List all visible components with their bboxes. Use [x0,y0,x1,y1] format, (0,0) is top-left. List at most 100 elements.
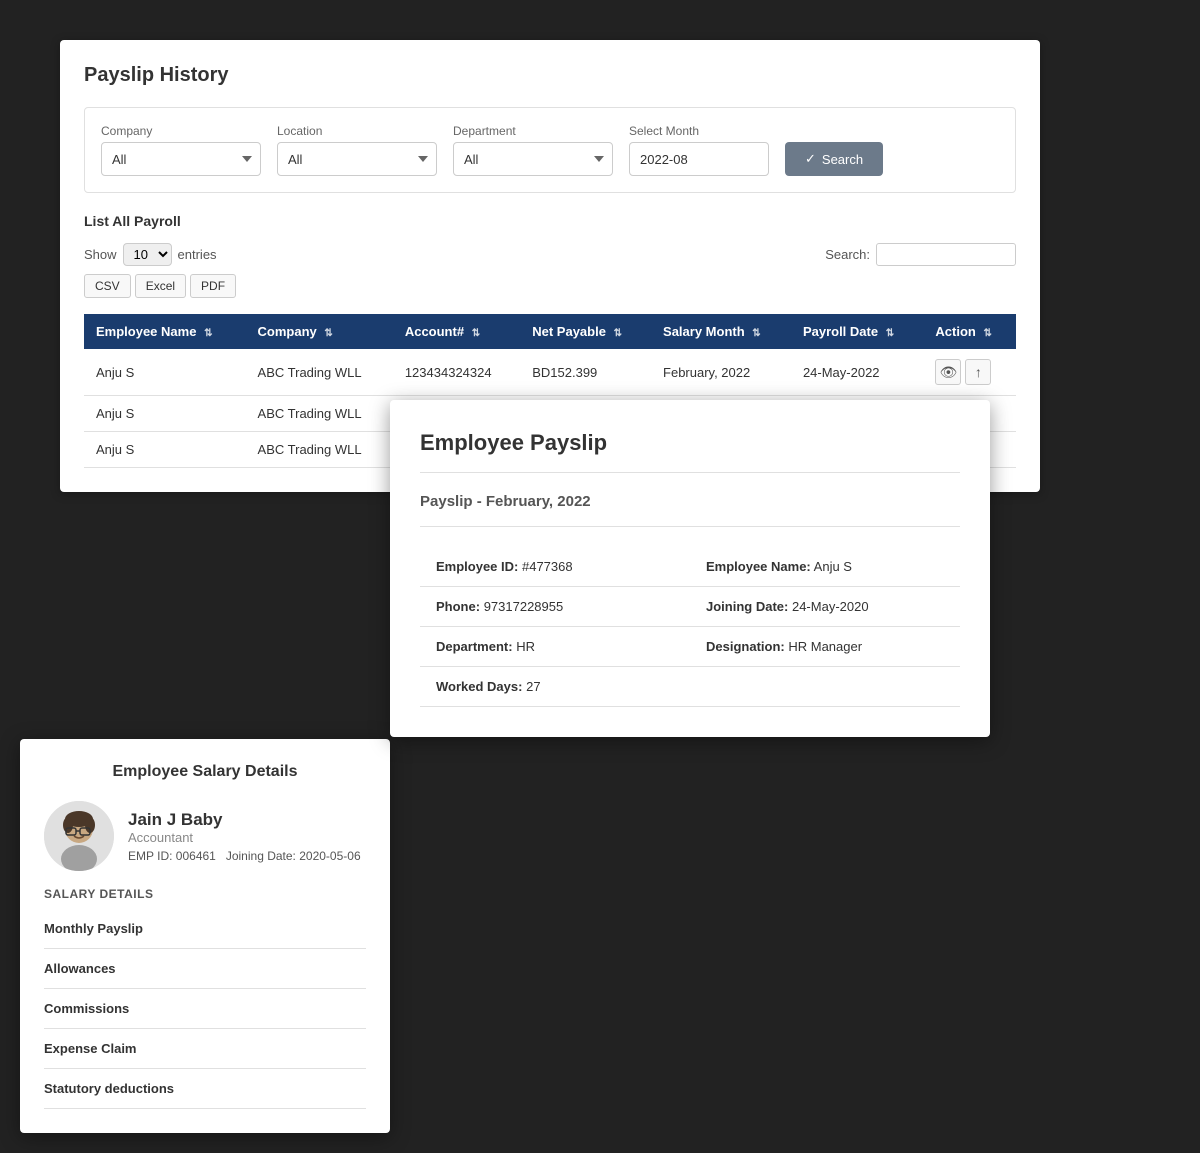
employee-id-value: #477368 [522,559,573,574]
salary-menu-item[interactable]: Monthly Payslip [44,909,366,949]
phone-value: 97317228955 [484,599,564,614]
payslip-worked-days-field: Worked Days: 27 [420,667,960,707]
sort-payroll-date-icon: ⇅ [886,328,894,339]
sort-company-icon: ⇅ [324,328,332,339]
employee-name-value: Anju S [814,559,852,574]
department-label: Department [453,124,613,138]
employee-name-label: Employee Name: [706,559,811,574]
department-label: Department: [436,639,513,654]
department-filter-group: Department All [453,124,613,176]
table-cell-1: ABC Trading WLL [246,349,393,396]
employee-profile: Jain J Baby Accountant EMP ID: 006461 Jo… [44,801,366,871]
joining-date-value: 24-May-2020 [792,599,869,614]
search-button[interactable]: ✓ Search [785,142,883,176]
employee-info: Jain J Baby Accountant EMP ID: 006461 Jo… [128,810,361,863]
payslip-subtitle: Payslip - February, 2022 [420,493,960,527]
action-icons: 👁 ↑ [935,359,1004,385]
location-filter-group: Location All [277,124,437,176]
entries-label: entries [178,247,217,262]
col-company[interactable]: Company ⇅ [246,314,393,349]
department-value: HR [516,639,535,654]
payslip-employee-id-field: Employee ID: #477368 [420,547,690,587]
view-action-button[interactable]: 👁 [935,359,961,385]
designation-value: HR Manager [788,639,862,654]
select-month-filter-group: Select Month [629,124,769,176]
table-cell-1: ABC Trading WLL [246,396,393,432]
csv-button[interactable]: CSV [84,274,131,298]
sort-net-payable-icon: ⇅ [614,328,622,339]
col-payroll-date[interactable]: Payroll Date ⇅ [791,314,923,349]
company-select[interactable]: All [101,142,261,176]
sort-employee-name-icon: ⇅ [204,328,212,339]
joining-date-label: Joining Date: [706,599,788,614]
location-select[interactable]: All [277,142,437,176]
employee-role: Accountant [128,830,361,845]
salary-menu-item[interactable]: Expense Claim [44,1029,366,1069]
company-filter-group: Company All [101,124,261,176]
salary-panel-title: Employee Salary Details [44,763,366,781]
payslip-subtitle-prefix: Payslip - [420,493,486,510]
emp-joining-date-value: 2020-05-06 [299,849,360,863]
search-button-label: Search [822,152,863,167]
table-cell-0: Anju S [84,396,246,432]
location-label: Location [277,124,437,138]
employee-avatar [44,801,114,871]
sort-account-icon: ⇅ [472,328,480,339]
table-cell-3: BD152.399 [520,349,651,396]
salary-menu-item[interactable]: Allowances [44,949,366,989]
search-check-icon: ✓ [805,151,816,167]
col-action[interactable]: Action ⇅ [923,314,1016,349]
table-cell-0: Anju S [84,432,246,468]
employee-id-label: Employee ID: [436,559,518,574]
payslip-details-grid: Employee ID: #477368 Employee Name: Anju… [420,547,960,707]
designation-label: Designation: [706,639,785,654]
panel-title: Payslip History [84,64,1016,87]
employee-meta: EMP ID: 006461 Joining Date: 2020-05-06 [128,849,361,863]
payslip-subtitle-month: February, 2022 [486,493,591,510]
worked-days-value: 27 [526,679,540,694]
emp-id-value: 006461 [176,849,216,863]
pdf-button[interactable]: PDF [190,274,236,298]
department-select[interactable]: All [453,142,613,176]
employee-salary-details-panel: Employee Salary Details [20,739,390,1133]
list-bold-text: Payroll [134,213,181,229]
employee-name-profile: Jain J Baby [128,810,361,830]
show-entries-control: Show 10 entries [84,243,236,266]
sort-action-icon: ⇅ [983,328,991,339]
salary-menu-item[interactable]: Statutory deductions [44,1069,366,1109]
col-account[interactable]: Account# ⇅ [393,314,520,349]
salary-section-title: SALARY DETAILS [44,887,366,901]
payslip-joining-date-field: Joining Date: 24-May-2020 [690,587,960,627]
col-salary-month[interactable]: Salary Month ⇅ [651,314,791,349]
export-buttons-row: CSV Excel PDF [84,274,236,298]
payslip-department-field: Department: HR [420,627,690,667]
worked-days-label: Worked Days: [436,679,522,694]
table-search-label: Search: [825,247,870,262]
table-search-input[interactable] [876,243,1016,266]
show-label: Show [84,247,117,262]
select-month-input[interactable] [629,142,769,176]
list-all-text: List All [84,213,130,229]
table-header-row: Employee Name ⇅ Company ⇅ Account# ⇅ Net… [84,314,1016,349]
employee-payslip-popup: Employee Payslip Payslip - February, 202… [390,400,990,737]
table-row: Anju SABC Trading WLL123434324324BD152.3… [84,349,1016,396]
company-label: Company [101,124,261,138]
table-cell-4: February, 2022 [651,349,791,396]
filter-row: Company All Location All Department All … [84,107,1016,193]
sort-salary-month-icon: ⇅ [752,328,760,339]
table-cell-2: 123434324324 [393,349,520,396]
upload-action-button[interactable]: ↑ [965,359,991,385]
table-cell-0: Anju S [84,349,246,396]
payslip-phone-field: Phone: 97317228955 [420,587,690,627]
table-cell-1: ABC Trading WLL [246,432,393,468]
phone-label: Phone: [436,599,480,614]
table-cell-5: 24-May-2022 [791,349,923,396]
payslip-popup-title: Employee Payslip [420,430,960,473]
col-employee-name[interactable]: Employee Name ⇅ [84,314,246,349]
excel-button[interactable]: Excel [135,274,186,298]
col-net-payable[interactable]: Net Payable ⇅ [520,314,651,349]
select-month-label: Select Month [629,124,769,138]
salary-menu-item[interactable]: Commissions [44,989,366,1029]
payslip-designation-field: Designation: HR Manager [690,627,960,667]
entries-count-select[interactable]: 10 [123,243,172,266]
